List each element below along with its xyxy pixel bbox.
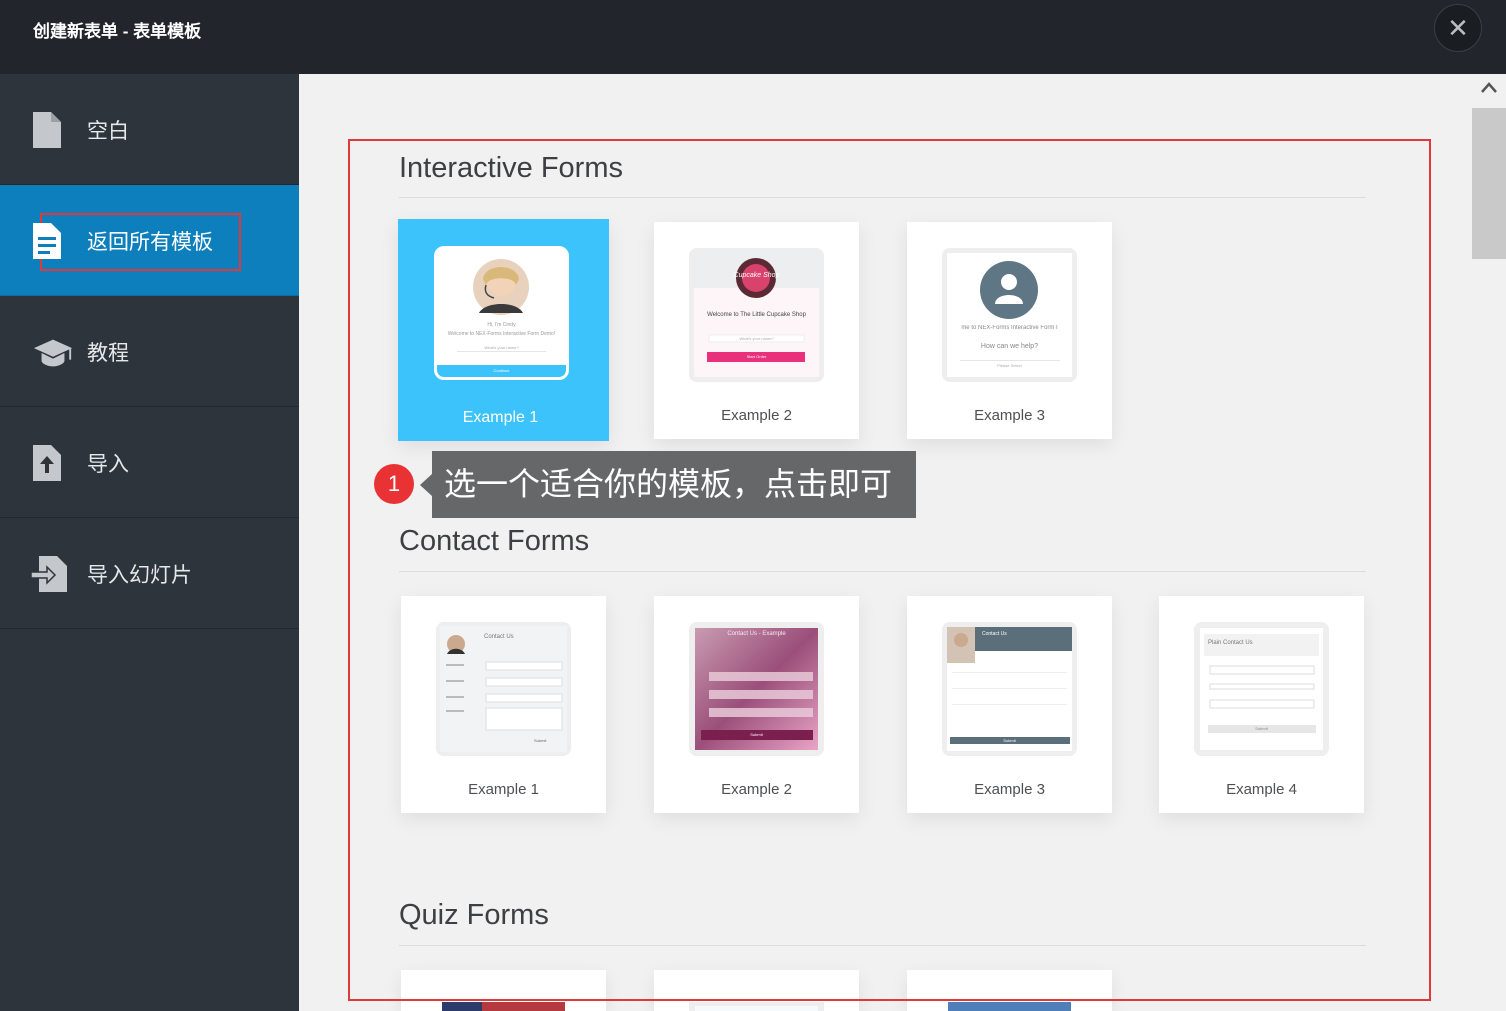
sidebar-item-label: 返回所有模板 <box>87 231 213 254</box>
sidebar-item-label: 空白 <box>87 120 129 143</box>
template-preview <box>442 1002 565 1011</box>
file-import-icon <box>30 556 67 592</box>
document-icon <box>33 112 61 148</box>
sidebar-item-all-templates[interactable]: 返回所有模板 <box>0 185 299 296</box>
template-preview <box>948 1002 1071 1011</box>
window-title: 创建新表单 - 表单模板 <box>33 22 202 41</box>
close-button[interactable]: ✕ <box>1434 4 1482 52</box>
chevron-up-icon[interactable] <box>1480 80 1498 94</box>
annotation-frame <box>348 139 1431 1001</box>
sidebar: 空白 返回所有模板 教程 导入 导入幻灯片 <box>0 74 299 1011</box>
sidebar-item-import[interactable]: 导入 <box>0 407 299 518</box>
scrollbar-thumb[interactable] <box>1472 108 1506 259</box>
sidebar-item-tutorials[interactable]: 教程 <box>0 296 299 407</box>
close-icon: ✕ <box>1447 13 1469 43</box>
sidebar-item-label: 教程 <box>87 342 129 365</box>
sidebar-item-import-slides[interactable]: 导入幻灯片 <box>0 518 299 629</box>
title-bar: 创建新表单 - 表单模板 ✕ <box>0 0 1506 74</box>
template-preview <box>689 1002 824 1011</box>
scrollbar[interactable] <box>1472 74 1506 1011</box>
sidebar-item-label: 导入 <box>87 453 129 476</box>
sidebar-item-blank[interactable]: 空白 <box>0 74 299 185</box>
graduation-cap-icon <box>33 339 73 367</box>
template-icon <box>33 223 61 259</box>
file-upload-icon <box>33 445 61 481</box>
sidebar-item-label: 导入幻灯片 <box>87 564 192 587</box>
